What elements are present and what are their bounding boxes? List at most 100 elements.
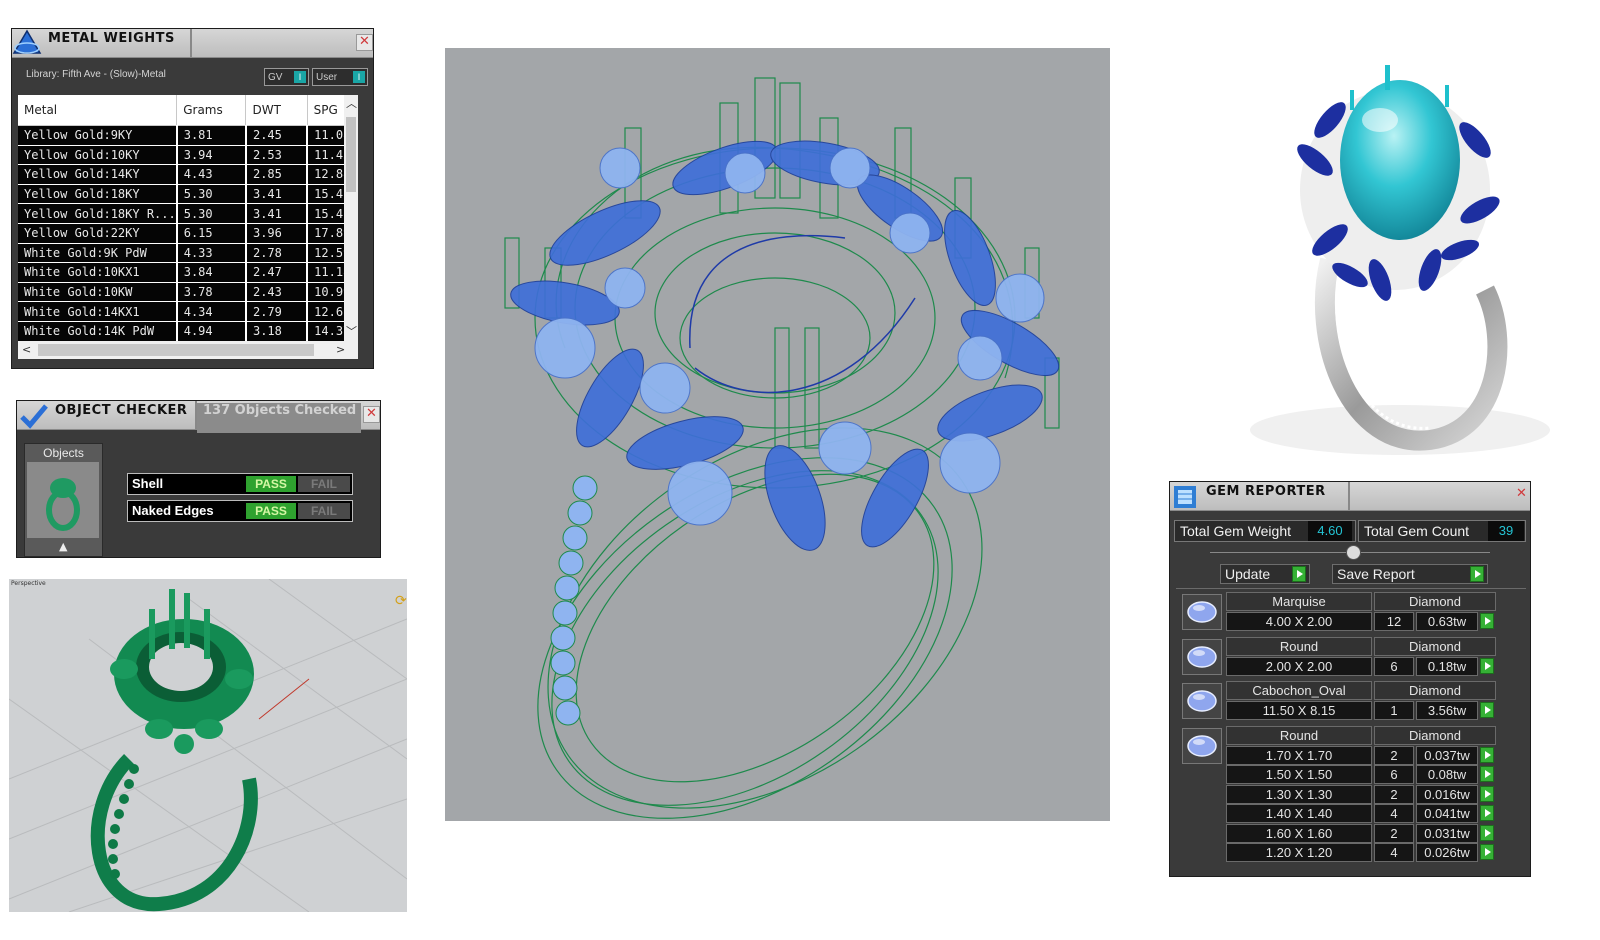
- viewport-gizmo-icon[interactable]: ⟳: [395, 593, 407, 609]
- update-button-label: Update: [1225, 566, 1271, 582]
- update-button[interactable]: Update: [1220, 564, 1310, 584]
- gem-shape-icon[interactable]: [1182, 594, 1222, 630]
- shell-check-label: Shell: [132, 476, 164, 491]
- table-cell: 3.41: [245, 203, 309, 224]
- gem-carat-weight: 0.026tw: [1416, 843, 1478, 862]
- gem-quantity: 2: [1374, 745, 1414, 765]
- object-checker-title: OBJECT CHECKER: [55, 403, 188, 418]
- gem-thumbnail-icon: [1187, 645, 1217, 668]
- gem-quantity: 6: [1374, 765, 1414, 784]
- table-horizontal-scrollbar[interactable]: < >: [18, 341, 358, 359]
- column-header-grams[interactable]: Grams: [176, 95, 247, 126]
- gem-select-play-icon[interactable]: [1480, 613, 1494, 629]
- metal-weights-close-icon[interactable]: ✕: [356, 34, 373, 51]
- table-cell: 2.45: [245, 125, 309, 146]
- metal-weights-table: Metal Grams DWT SPG Yellow Gold:9KY 3.81 2.45…: [18, 95, 358, 341]
- ring-photo: [1230, 40, 1570, 460]
- table-row[interactable]: White Gold:9K PdW 4.33 2.78 12.59: [18, 243, 358, 264]
- save-report-button[interactable]: Save Report: [1332, 564, 1488, 584]
- ring-thumbnail-icon: [46, 478, 80, 531]
- table-vertical-scrollbar[interactable]: ︿ ﹀: [344, 95, 358, 341]
- scroll-down-icon[interactable]: ﹀: [346, 323, 357, 339]
- slider-handle[interactable]: [1346, 545, 1361, 560]
- user-toggle[interactable]: User I: [312, 68, 368, 86]
- gem-select-play-icon[interactable]: [1480, 766, 1494, 782]
- gem-carat-weight: 0.016tw: [1416, 784, 1478, 804]
- gem-quantity: 1: [1374, 701, 1414, 720]
- perspective-viewport[interactable]: Perspective ⟳: [9, 579, 407, 912]
- gem-shape-icon[interactable]: [1182, 727, 1222, 764]
- gem-select-play-icon[interactable]: [1480, 746, 1494, 763]
- gem-select-play-icon[interactable]: [1480, 785, 1494, 802]
- table-cell: White Gold:10KX1: [18, 262, 178, 283]
- gem-select-play-icon[interactable]: [1480, 824, 1494, 841]
- objects-expand-icon[interactable]: ▲: [59, 540, 67, 553]
- table-cell: 4.43: [176, 164, 247, 185]
- update-play-icon: [1292, 566, 1306, 582]
- gem-shape-label: Marquise: [1226, 592, 1372, 611]
- gem-size: 1.40 X 1.40: [1226, 804, 1372, 823]
- gem-shape-icon[interactable]: [1182, 683, 1222, 719]
- scroll-right-icon[interactable]: >: [336, 343, 345, 356]
- gem-quantity: 4: [1374, 804, 1414, 823]
- gem-shape-icon[interactable]: [1182, 638, 1222, 675]
- metal-weights-titlebar[interactable]: METAL WEIGHTS ✕: [12, 29, 373, 58]
- table-row[interactable]: White Gold:10KX1 3.84 2.47 11.18: [18, 262, 358, 283]
- table-row[interactable]: Yellow Gold:22KY 6.15 3.96 17.89: [18, 223, 358, 244]
- scroll-left-icon[interactable]: <: [22, 343, 31, 356]
- shell-pass-button[interactable]: PASS: [246, 476, 296, 492]
- horizontal-scroll-thumb[interactable]: [38, 344, 314, 356]
- gem-select-play-icon[interactable]: [1480, 805, 1494, 821]
- gv-toggle[interactable]: GV I: [264, 68, 309, 86]
- shell-fail-button[interactable]: FAIL: [298, 476, 350, 492]
- metal-weights-logo-icon: [12, 29, 42, 54]
- gem-select-play-icon[interactable]: [1480, 844, 1494, 860]
- column-header-dwt[interactable]: DWT: [245, 95, 308, 126]
- naked-edges-pass-button[interactable]: PASS: [246, 503, 296, 519]
- table-cell: Yellow Gold:9KY: [18, 125, 178, 146]
- table-row[interactable]: Yellow Gold:10KY 3.94 2.53 11.45: [18, 145, 358, 166]
- gem-material-label: Diamond: [1374, 636, 1496, 656]
- table-cell: 3.94: [176, 145, 247, 166]
- table-row[interactable]: Yellow Gold:18KY 5.30 3.41 15.41: [18, 184, 358, 205]
- objects-list[interactable]: Objects ▲: [24, 443, 103, 557]
- save-report-play-icon: [1470, 566, 1484, 582]
- gem-carat-weight: 0.041tw: [1416, 804, 1478, 823]
- table-row[interactable]: Yellow Gold:18KY R... 5.30 3.41 15.41: [18, 203, 358, 224]
- table-row[interactable]: Yellow Gold:14KY 4.43 2.85 12.88: [18, 164, 358, 185]
- gem-quantity: 2: [1374, 784, 1414, 804]
- checkmark-icon: [20, 404, 48, 429]
- table-cell: 5.30: [176, 203, 247, 224]
- gem-reporter-close-icon[interactable]: ✕: [1514, 487, 1529, 502]
- gem-select-play-icon[interactable]: [1480, 657, 1494, 674]
- table-cell: Yellow Gold:18KY: [18, 184, 178, 205]
- title-separator: [1348, 482, 1350, 510]
- gem-size: 1.60 X 1.60: [1226, 823, 1372, 843]
- column-header-metal[interactable]: Metal: [18, 95, 178, 126]
- table-cell: 2.78: [245, 243, 309, 264]
- shell-check-row: Shell PASS FAIL: [127, 473, 353, 495]
- table-row[interactable]: White Gold:10KW 3.78 2.43 10.99: [18, 282, 358, 303]
- vertical-scroll-thumb[interactable]: [346, 117, 356, 192]
- table-row[interactable]: White Gold:14KX1 4.34 2.79 12.61: [18, 301, 358, 322]
- gem-select-play-icon[interactable]: [1480, 702, 1494, 718]
- wireframe-viewport[interactable]: [445, 48, 1110, 821]
- gem-shape-label: Round: [1226, 725, 1372, 745]
- object-checker-close-icon[interactable]: ✕: [363, 406, 380, 423]
- shaded-ring-render: [9, 579, 407, 912]
- scroll-up-icon[interactable]: ︿: [346, 95, 357, 111]
- gem-shape-label: Round: [1226, 636, 1372, 656]
- table-cell: 2.47: [245, 262, 309, 283]
- table-row[interactable]: Yellow Gold:9KY 3.81 2.45 11.08: [18, 125, 358, 146]
- divider: [1176, 588, 1526, 589]
- naked-edges-fail-button[interactable]: FAIL: [298, 503, 350, 519]
- gem-thumbnail-icon: [1187, 601, 1217, 623]
- objects-checked-count: 137 Objects Checked: [197, 403, 361, 433]
- table-row[interactable]: White Gold:14K PdW 4.94 3.18 14.37: [18, 321, 358, 341]
- table-cell: Yellow Gold:18KY R...: [18, 203, 178, 224]
- object-thumbnail[interactable]: [27, 462, 99, 538]
- table-cell: 6.15: [176, 223, 247, 244]
- table-cell: White Gold:14KX1: [18, 301, 178, 322]
- gem-reporter-titlebar[interactable]: GEM REPORTER ✕: [1170, 482, 1530, 511]
- gem-thumbnail-icon: [1187, 734, 1217, 757]
